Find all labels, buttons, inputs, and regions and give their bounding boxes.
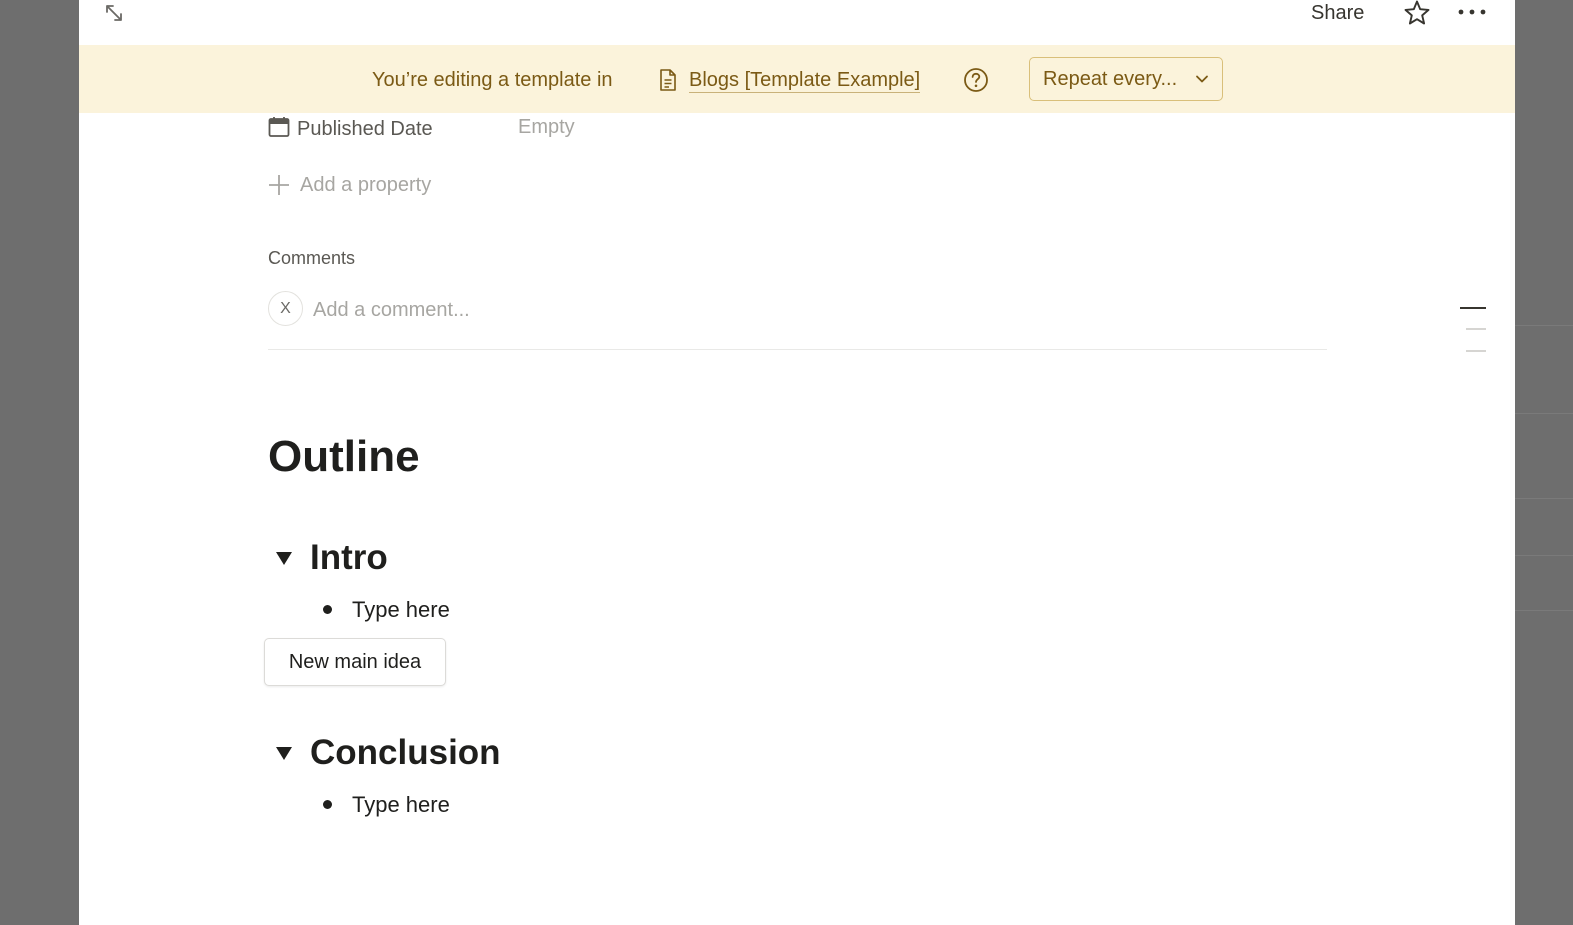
property-value[interactable]: Empty <box>518 115 575 139</box>
repeat-every-dropdown[interactable]: Repeat every... <box>1029 57 1223 101</box>
toggle-triangle-icon[interactable] <box>275 549 293 567</box>
more-options-icon[interactable] <box>1457 0 1487 26</box>
comments-title: Comments <box>268 248 356 268</box>
comments-divider <box>268 349 1327 350</box>
table-of-contents-minimap[interactable] <box>1460 307 1486 357</box>
heading-conclusion[interactable]: Conclusion <box>310 732 501 774</box>
chevron-down-icon <box>1196 75 1208 83</box>
avatar: X <box>268 291 303 326</box>
star-icon[interactable] <box>1403 0 1431 27</box>
conclusion-bullet-text[interactable]: Type here <box>352 791 450 819</box>
new-main-idea-button[interactable]: New main idea <box>264 638 446 686</box>
heading-intro[interactable]: Intro <box>310 537 388 579</box>
property-label: Published Date <box>297 118 433 140</box>
add-property-label: Add a property <box>300 174 432 196</box>
toc-line-intro[interactable] <box>1466 328 1486 330</box>
banner-text: You’re editing a template in <box>372 69 613 91</box>
template-source-link[interactable]: Blogs [Template Example] <box>689 68 921 93</box>
heading-outline[interactable]: Outline <box>268 430 420 484</box>
property-published-date: Published Date Empty <box>268 115 768 145</box>
intro-bullet-text[interactable]: Type here <box>352 596 450 624</box>
bullet-dot <box>323 800 332 809</box>
share-button[interactable]: Share <box>1311 0 1364 26</box>
template-banner: You’re editing a template in Blogs [Temp… <box>79 45 1515 113</box>
bullet-dot <box>323 605 332 614</box>
add-property-button[interactable]: Add a property <box>268 171 468 199</box>
document-icon <box>660 69 676 91</box>
backdrop-row-lines <box>1515 0 1573 925</box>
toc-line-conclusion[interactable] <box>1466 350 1486 352</box>
toggle-triangle-icon[interactable] <box>275 744 293 762</box>
calendar-icon <box>268 117 290 137</box>
page-modal: Share You’re editing a template in Blogs… <box>79 0 1515 925</box>
comment-input[interactable] <box>313 296 913 324</box>
plus-icon <box>269 175 289 195</box>
repeat-label: Repeat every... <box>1043 68 1178 90</box>
expand-icon[interactable] <box>103 2 125 24</box>
toc-line-outline[interactable] <box>1460 307 1486 309</box>
top-bar: Share <box>79 0 1515 45</box>
help-icon[interactable] <box>963 67 989 93</box>
